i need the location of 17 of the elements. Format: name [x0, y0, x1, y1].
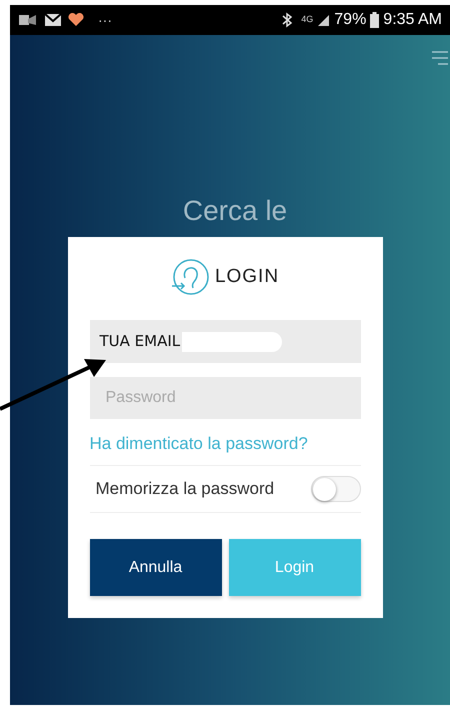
mail-icon — [44, 13, 62, 27]
clock: 9:35 AM — [383, 10, 442, 30]
email-field[interactable]: TUA EMAIL — [90, 320, 360, 363]
cancel-button[interactable]: Annulla — [90, 539, 222, 596]
overflow-indicator: ··· — [98, 10, 112, 30]
remember-password-toggle[interactable] — [310, 476, 360, 502]
user-login-icon — [170, 258, 211, 296]
network-indicator: 4G — [301, 13, 314, 26]
signal-icon — [316, 13, 330, 27]
heart-icon — [68, 13, 84, 27]
battery-icon — [370, 12, 380, 28]
login-heading: LOGIN — [214, 264, 280, 289]
bluetooth-icon — [281, 12, 294, 28]
remember-password-label: Memorizza la password — [94, 478, 274, 500]
password-field[interactable]: Password — [90, 377, 360, 419]
battery-percentage: 79% — [334, 10, 366, 30]
page-title: Cerca le — [182, 195, 288, 227]
